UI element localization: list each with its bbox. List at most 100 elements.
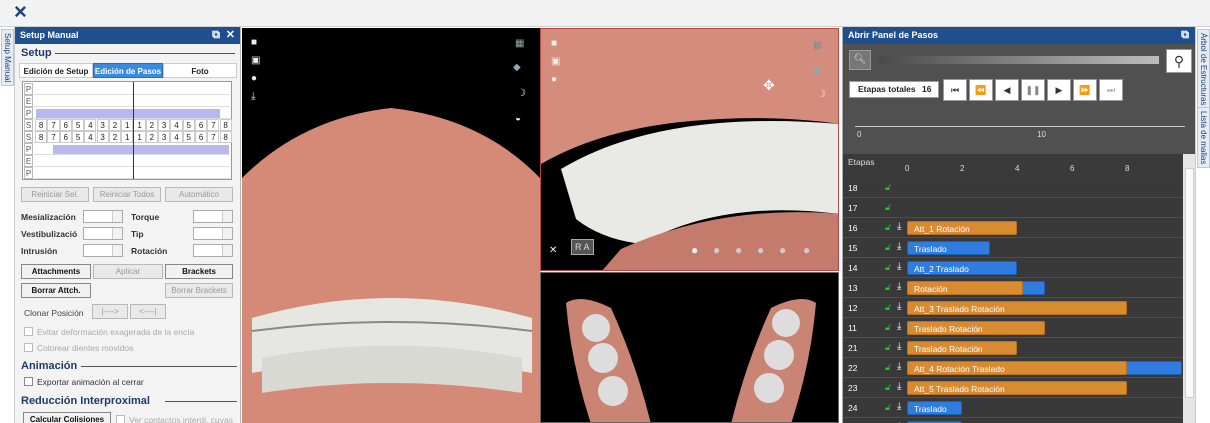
last-step-icon[interactable]: ⏭ (1099, 79, 1123, 101)
view-head-bottom-icon[interactable]: ● (779, 243, 786, 257)
tab-edicion-pasos[interactable]: Edición de Pasos (93, 63, 163, 78)
zoom-out-icon[interactable]: 🔍︎ (849, 50, 871, 70)
timeline-row[interactable]: 15 🔓︎ ⤓ Traslado (843, 238, 1183, 258)
close-panel-icon[interactable]: ✕ (226, 27, 235, 44)
tab-arbol-estructuras[interactable]: Árbol de Estructuras (1197, 29, 1210, 110)
bowl-icon[interactable]: ◒ (515, 113, 521, 124)
timeline-row[interactable]: 25🔓︎⤓Traslado (843, 418, 1183, 423)
view-head-left-icon[interactable]: ● (735, 243, 742, 257)
rewind-icon[interactable]: ⏪ (969, 79, 993, 101)
view-head-back-icon[interactable]: ● (803, 243, 810, 257)
tooth-number[interactable]: 4 (84, 119, 97, 131)
tooth-number[interactable]: 7 (47, 119, 60, 131)
tooth-number[interactable]: 8 (219, 131, 232, 143)
download-icon[interactable]: ⤓ (897, 361, 901, 372)
timeline-row[interactable]: 18 🔓︎ (843, 178, 1183, 198)
restore-icon[interactable]: ⧉ (1181, 27, 1189, 44)
timeline-row[interactable]: 16 🔓︎ ⤓ Att_1 Rotación (843, 218, 1183, 238)
globe-icon[interactable]: ● (551, 74, 557, 85)
tooth-number[interactable]: 2 (108, 131, 122, 143)
tooth-number[interactable]: 7 (207, 119, 220, 131)
search-icon[interactable]: ⚲ (1166, 49, 1192, 73)
download-icon[interactable]: ⤓ (897, 241, 901, 252)
movement-bar[interactable]: Att_4 Rotación Traslado (907, 361, 1127, 375)
movement-bar[interactable]: Traslado (907, 401, 962, 415)
tooth-number[interactable]: 6 (59, 131, 72, 143)
tooth-number[interactable]: 5 (182, 119, 195, 131)
timeline-scrollbar[interactable] (1183, 154, 1195, 423)
unlock-icon[interactable]: 🔓︎ (885, 362, 894, 372)
tooth-number[interactable]: 4 (170, 119, 183, 131)
tab-lista-mallas[interactable]: Lista de mallas (1197, 107, 1210, 169)
movement-bar[interactable]: Att_1 Rotación (907, 221, 1017, 235)
download-icon[interactable]: ⤓ (897, 261, 901, 272)
borrar-brackets-button[interactable]: Borrar Brackets (165, 283, 233, 298)
intrusion-input[interactable] (83, 244, 123, 257)
next-step-icon[interactable]: ▶ (1047, 79, 1071, 101)
view-head-front-icon[interactable]: ● (713, 243, 720, 257)
tooth-number[interactable]: 6 (194, 131, 208, 143)
mesh-icon[interactable]: ◆ (513, 62, 521, 73)
clonar-left-button[interactable]: <----| (130, 304, 166, 319)
pause-icon[interactable]: ❚❚ (1021, 79, 1045, 101)
timeline-row[interactable]: 11 🔓︎ ⤓ Traslado Rotación (843, 318, 1183, 338)
timeline-row[interactable]: 13 🔓︎ ⤓ Rotación (843, 278, 1183, 298)
prev-step-icon[interactable]: ◀ (995, 79, 1019, 101)
reiniciar-sel-button[interactable]: Reiniciar Sel. (21, 187, 89, 202)
unlock-icon[interactable]: 🔓︎ (885, 342, 894, 352)
tooth-number[interactable]: 6 (59, 119, 72, 131)
globe-icon[interactable]: ● (251, 73, 257, 84)
torque-input[interactable] (193, 210, 233, 223)
tooth-number[interactable]: 5 (71, 119, 85, 131)
unlock-icon[interactable]: 🔓︎ (885, 382, 894, 392)
timeline-row[interactable]: 24 🔓︎ ⤓ Traslado (843, 398, 1183, 418)
viewport-frontal[interactable]: ■ ▣ ● ⤓ ▦ ◆ ☽ ◒ (242, 28, 540, 423)
movement-bar[interactable]: Traslado Rotación (907, 321, 1045, 335)
tooth-number[interactable]: 8 (219, 119, 232, 131)
unlock-icon[interactable]: 🔓︎ (885, 302, 894, 312)
movement-bar[interactable]: Traslado (907, 241, 990, 255)
tooth-number[interactable]: 3 (96, 131, 109, 143)
tooth-number[interactable]: 8 (35, 119, 48, 131)
tooth-number[interactable]: 8 (35, 131, 48, 143)
download-icon[interactable]: ⤓ (897, 221, 901, 232)
tooth-number[interactable]: 1 (121, 131, 134, 143)
unlock-icon[interactable]: 🔓︎ (885, 282, 894, 292)
mesh-icon[interactable]: ◆ (813, 65, 821, 76)
calcular-colisiones-button[interactable]: Calcular Colisiones (23, 412, 111, 423)
automatico-button[interactable]: Automático (165, 187, 233, 202)
view-head-top-icon[interactable]: ● (757, 243, 764, 257)
clonar-right-button[interactable]: |----> (92, 304, 128, 319)
restore-icon[interactable]: ⧉ (212, 27, 220, 44)
movement-bar[interactable]: Rotación (907, 281, 1023, 295)
close-icon[interactable]: × (14, 0, 27, 24)
colorear-dientes-checkbox[interactable] (24, 343, 33, 352)
unlock-icon[interactable]: 🔓︎ (885, 402, 894, 412)
timeline-row[interactable]: 17 🔓︎ (843, 198, 1183, 218)
tooth-number[interactable]: 5 (182, 131, 195, 143)
download-icon[interactable]: ⤓ (251, 91, 255, 102)
unlock-icon[interactable]: 🔓︎ (885, 182, 894, 192)
tooth-number[interactable]: 1 (133, 119, 146, 131)
tab-edicion-setup[interactable]: Edición de Setup (19, 63, 93, 78)
unlock-icon[interactable]: 🔓︎ (885, 202, 894, 212)
download-icon[interactable]: ⤓ (897, 341, 901, 352)
download-icon[interactable]: ⤓ (897, 321, 901, 332)
tooth-number[interactable]: 4 (170, 131, 183, 143)
download-icon[interactable]: ⤓ (897, 401, 901, 412)
aplicar-button[interactable]: Aplicar (93, 264, 163, 279)
tooth-number[interactable]: 7 (207, 131, 220, 143)
tooth-number[interactable]: 4 (84, 131, 97, 143)
tip-input[interactable] (193, 227, 233, 240)
viewport-oclusal[interactable] (540, 272, 839, 423)
mesializacion-input[interactable] (83, 210, 123, 223)
movement-bar[interactable]: Traslado Rotación (907, 341, 1017, 355)
tooth-grid[interactable]: PEPS8765432112345678S8765432112345678PEP (22, 81, 232, 180)
tooth-number[interactable]: 7 (47, 131, 60, 143)
unlock-icon[interactable]: 🔓︎ (885, 322, 894, 332)
first-step-icon[interactable]: ⏮ (943, 79, 967, 101)
tooth-number[interactable]: 2 (145, 119, 158, 131)
tooth-number[interactable]: 1 (133, 131, 146, 143)
rotacion-input[interactable] (193, 244, 233, 257)
tab-setup-manual[interactable]: Setup Manual (1, 29, 14, 87)
